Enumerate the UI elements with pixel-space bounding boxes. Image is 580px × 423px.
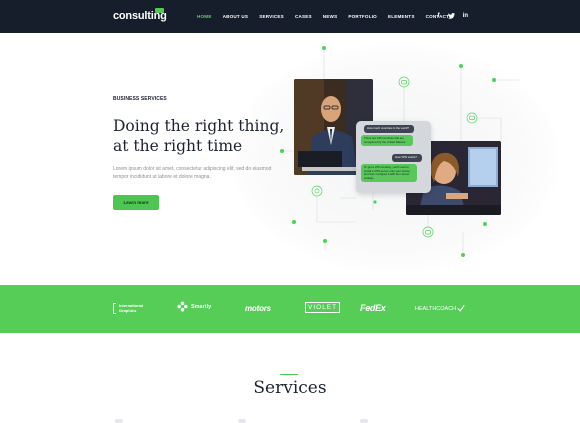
logo-motors[interactable]: motors xyxy=(245,304,271,313)
network-node xyxy=(373,200,377,204)
robot-node-icon xyxy=(422,226,434,238)
network-node xyxy=(461,253,465,257)
chat-message-question-2: How VPN works? xyxy=(392,154,422,162)
chat-window: How much countries in the world? There a… xyxy=(356,121,431,193)
services-divider xyxy=(280,374,298,375)
connector-line xyxy=(472,117,502,141)
network-node xyxy=(292,220,296,224)
gear-node-icon xyxy=(311,185,323,197)
logo-healthcoach[interactable]: HEALTHCOACH xyxy=(415,305,465,312)
logo-international-graphics[interactable]: International Graphics xyxy=(113,303,149,314)
smartly-flower-icon xyxy=(177,301,188,312)
client-logos-band: International Graphics Smartly motors VI… xyxy=(0,285,580,333)
network-node xyxy=(483,222,487,226)
logo-violet[interactable]: VIOLET xyxy=(305,302,341,313)
service-item[interactable] xyxy=(238,418,246,423)
service-item[interactable] xyxy=(360,418,368,423)
chat-message-answer-2: To get a VPN working, you'll need to ins… xyxy=(361,164,417,183)
network-node xyxy=(492,78,496,82)
chat-node-icon xyxy=(466,112,478,124)
chat-message-question-1: How much countries in the world? xyxy=(364,125,414,133)
service-item[interactable] xyxy=(115,418,123,423)
chat-message-answer-1: There are 195 countries that are recogni… xyxy=(361,135,413,147)
network-node xyxy=(323,239,327,243)
logo-smartly[interactable]: Smartly xyxy=(177,301,211,312)
network-node xyxy=(459,64,463,68)
checkmark-icon xyxy=(457,305,465,312)
connector-line xyxy=(316,191,356,223)
logo-fedex[interactable]: FedEx xyxy=(360,303,386,313)
services-heading: Services xyxy=(253,378,327,398)
service-icon xyxy=(115,419,123,423)
international-graphics-mark-icon xyxy=(113,303,116,314)
service-icon xyxy=(360,419,368,423)
page: consulting HOME ABOUT US SERVICES CASES … xyxy=(0,0,580,423)
service-icon xyxy=(238,419,246,423)
robot-node-icon xyxy=(398,76,410,88)
network-node xyxy=(322,46,326,50)
network-node xyxy=(280,149,284,153)
